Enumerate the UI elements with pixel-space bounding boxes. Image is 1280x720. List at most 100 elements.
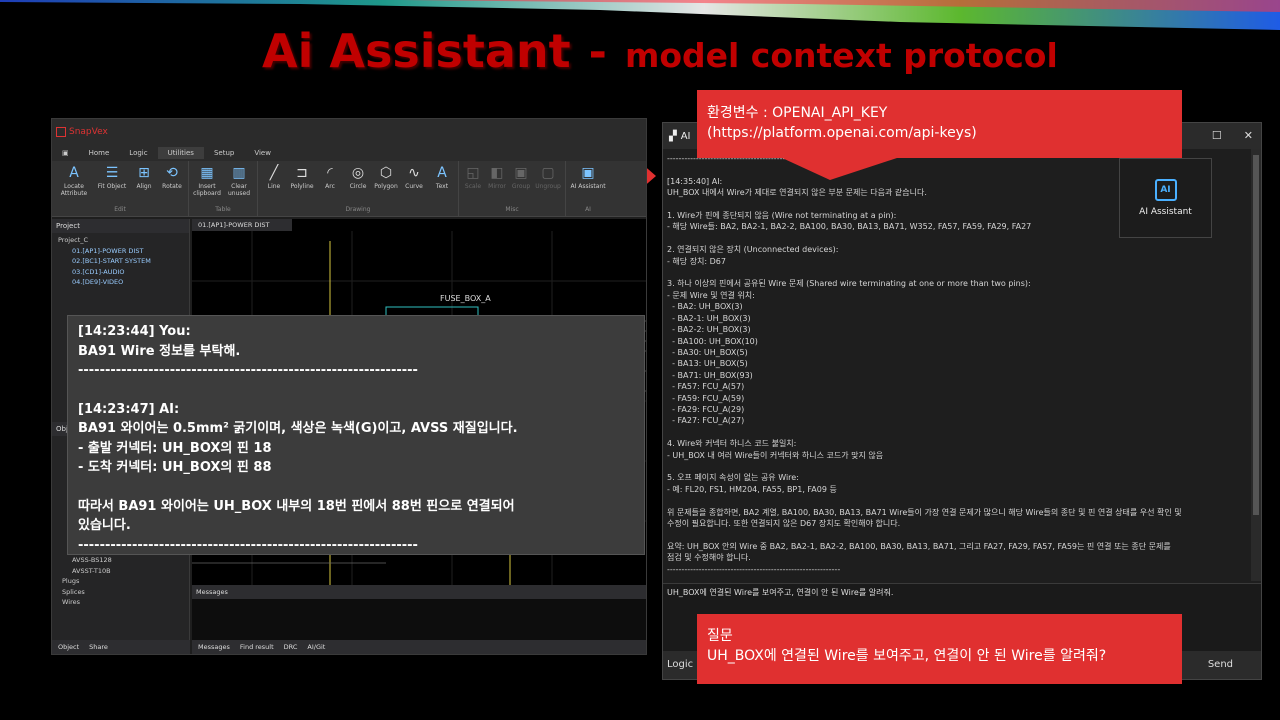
ai-log-line bbox=[667, 461, 1249, 472]
line-button[interactable]: ╱ Line bbox=[260, 163, 288, 206]
ribbon-group-edit-label: Edit bbox=[114, 206, 126, 213]
ai-log-line: - BA30: UH_BOX(5) bbox=[667, 347, 748, 357]
logic-button[interactable]: Logic bbox=[667, 659, 693, 670]
polygon-button[interactable]: ⬡ Polygon bbox=[372, 163, 400, 206]
project-tree: Project_C 01.[AP1]-POWER DIST 02.[BC1]-S… bbox=[52, 233, 189, 290]
left-bottom-tabs: Object Share bbox=[52, 640, 190, 654]
doc-tab[interactable]: 01.[AP1]-POWER DIST bbox=[192, 219, 292, 231]
group-icon: ▣ bbox=[514, 165, 528, 181]
tab-view[interactable]: View bbox=[244, 147, 281, 159]
ribbon-group-drawing: ╱ Line ⊐ Polyline ◜ Arc ◎ Circle ⬡ Polygon ∿ C… bbox=[258, 161, 459, 216]
chat-line: BA91 와이어는 0.5mm² 굵기이며, 색상은 녹색(G)이고, AVSS… bbox=[78, 421, 518, 436]
ai-log-line bbox=[667, 427, 1249, 438]
ai-log-line bbox=[667, 495, 1249, 506]
ai-log-line: ----------------------------------------… bbox=[667, 564, 841, 574]
rotate-icon: ⟲ bbox=[166, 165, 178, 181]
slide-title-sub: model context protocol bbox=[624, 36, 1058, 75]
ai-log-line: - BA2: UH_BOX(3) bbox=[667, 302, 743, 312]
locate-attribute-button[interactable]: A Locate Attribute bbox=[54, 163, 94, 206]
ai-log-scrollbar[interactable] bbox=[1251, 149, 1261, 581]
window-controls: ☐ ✕ bbox=[1212, 129, 1253, 142]
ribbon-group-ai-label: AI bbox=[585, 206, 591, 213]
project-item[interactable]: 03.[CD1]-AUDIO bbox=[58, 267, 183, 278]
project-item[interactable]: 04.[DE9]-VIDEO bbox=[58, 277, 183, 288]
ai-log-line: 4. Wire와 커넥터 하니스 코드 불일치: bbox=[667, 439, 797, 449]
chat-line-blank bbox=[78, 381, 634, 400]
project-item[interactable]: 02.[BC1]-START SYSTEM bbox=[58, 256, 183, 267]
text-icon: A bbox=[437, 165, 447, 181]
object-item[interactable]: AVSST-T10B bbox=[62, 566, 112, 577]
ai-window-title: AI bbox=[680, 130, 691, 142]
object-item[interactable]: Splices bbox=[62, 587, 112, 598]
circle-icon: ◎ bbox=[351, 165, 365, 181]
ai-log-line bbox=[667, 267, 1249, 278]
ribbon-group-table-label: Table bbox=[215, 206, 231, 213]
tab-logic[interactable]: Logic bbox=[119, 147, 157, 159]
ribbon-group-misc-label: Misc bbox=[505, 206, 519, 213]
tab-home[interactable]: Home bbox=[79, 147, 120, 159]
project-item[interactable]: 01.[AP1]-POWER DIST bbox=[58, 246, 183, 257]
polygon-icon: ⬡ bbox=[379, 165, 393, 181]
close-icon[interactable]: ✕ bbox=[1244, 129, 1253, 142]
ai-log-line: - FA29: FCU_A(29) bbox=[667, 404, 745, 414]
fit-object-icon: ☰ bbox=[105, 165, 119, 181]
tab-drc[interactable]: DRC bbox=[284, 643, 298, 651]
object-tree: AVSS-BS128 AVSST-T10B Plugs Splices Wire… bbox=[52, 553, 122, 610]
fuse-box-label: FUSE_BOX_A bbox=[440, 294, 491, 303]
ai-log-line: - BA2-2: UH_BOX(3) bbox=[667, 325, 751, 335]
object-item[interactable]: Plugs bbox=[62, 576, 112, 587]
tab-find-result[interactable]: Find result bbox=[240, 643, 274, 651]
rotate-button[interactable]: ⟲ Rotate bbox=[158, 163, 186, 206]
mirror-button[interactable]: ◧ Mirror bbox=[485, 163, 509, 206]
chat-line: ----------------------------------------… bbox=[78, 363, 418, 378]
ungroup-icon: ▢ bbox=[541, 165, 555, 181]
tab-setup[interactable]: Setup bbox=[204, 147, 244, 159]
clear-unused-button[interactable]: ▥ Clear unused bbox=[223, 163, 255, 206]
object-item[interactable]: Wires bbox=[62, 597, 112, 608]
menu-tabs: ▣ Home Logic Utilities Setup View bbox=[52, 145, 646, 161]
object-item[interactable]: AVSS-BS128 bbox=[62, 555, 112, 566]
callout-env-line1: 환경변수 : OPENAI_API_KEY bbox=[707, 105, 888, 121]
group-button[interactable]: ▣ Group bbox=[509, 163, 533, 206]
project-root[interactable]: Project_C bbox=[58, 235, 183, 246]
ungroup-button[interactable]: ▢ Ungroup bbox=[533, 163, 563, 206]
tab-share[interactable]: Share bbox=[89, 643, 108, 651]
ai-chip-icon: ▣ bbox=[581, 165, 595, 181]
scrollbar-thumb[interactable] bbox=[1253, 155, 1259, 515]
ribbon-group-edit: A Locate Attribute ☰ Fit Object ⊞ Align ⟲ Ro… bbox=[52, 161, 189, 216]
ai-log-line: 수정이 필요합니다. 또한 연결되지 않은 D67 장치도 확인해야 합니다. bbox=[667, 519, 901, 528]
slide-title: Ai Assistant - model context protocol bbox=[262, 24, 1058, 84]
tab-utilities[interactable]: Utilities bbox=[157, 147, 204, 159]
tab-ai-git[interactable]: AI/Git bbox=[307, 643, 325, 651]
chat-line: 따라서 BA91 와이어는 UH_BOX 내부의 18번 핀에서 88번 핀으로… bbox=[78, 498, 515, 514]
ai-log-line: - BA71: UH_BOX(93) bbox=[667, 370, 753, 380]
mirror-icon: ◧ bbox=[490, 165, 504, 181]
ai-log-line: - 예: FL20, FS1, HM204, FA55, BP1, FA09 등 bbox=[667, 484, 837, 494]
tab-messages[interactable]: Messages bbox=[198, 643, 230, 651]
chat-line: - 출발 커넥터: UH_BOX의 핀 18 bbox=[78, 440, 272, 456]
slide-title-main: Ai Assistant bbox=[262, 24, 571, 78]
tab-object[interactable]: Object bbox=[58, 643, 79, 651]
chat-line: ----------------------------------------… bbox=[78, 537, 418, 553]
ai-assistant-ribbon-button[interactable]: ▣ AI Assistant bbox=[568, 163, 608, 206]
curve-button[interactable]: ∿ Curve bbox=[400, 163, 428, 206]
ai-log-line: - BA2-1: UH_BOX(3) bbox=[667, 313, 751, 323]
fit-object-button[interactable]: ☰ Fit Object bbox=[94, 163, 130, 206]
chat-overlay-box: [14:23:44] You: BA91 Wire 정보를 부탁해. -----… bbox=[67, 315, 645, 555]
send-button[interactable]: Send bbox=[1208, 659, 1233, 670]
ai-log-line: 3. 하나 이상의 핀에서 공유된 Wire 문제 (Shared wire t… bbox=[667, 279, 1031, 289]
polyline-button[interactable]: ⊐ Polyline bbox=[288, 163, 316, 206]
ai-assistant-button[interactable]: AI AI Assistant bbox=[1119, 158, 1212, 238]
circle-button[interactable]: ◎ Circle bbox=[344, 163, 372, 206]
text-button[interactable]: A Text bbox=[428, 163, 456, 206]
scale-button[interactable]: ◱ Scale bbox=[461, 163, 485, 206]
maximize-icon[interactable]: ☐ bbox=[1212, 129, 1222, 142]
align-button[interactable]: ⊞ Align bbox=[130, 163, 158, 206]
scale-icon: ◱ bbox=[466, 165, 480, 181]
arc-button[interactable]: ◜ Arc bbox=[316, 163, 344, 206]
ribbon-toolbar: A Locate Attribute ☰ Fit Object ⊞ Align ⟲ Ro… bbox=[52, 161, 646, 217]
insert-clipboard-button[interactable]: ▦ Insert clipboard bbox=[191, 163, 223, 206]
ai-log-line: - UH_BOX 내 여러 Wire들이 커넥터와 하니스 코드가 맞지 않음 bbox=[667, 450, 884, 460]
insert-clipboard-icon: ▦ bbox=[200, 165, 214, 181]
home-menu-icon[interactable]: ▣ bbox=[52, 147, 79, 159]
